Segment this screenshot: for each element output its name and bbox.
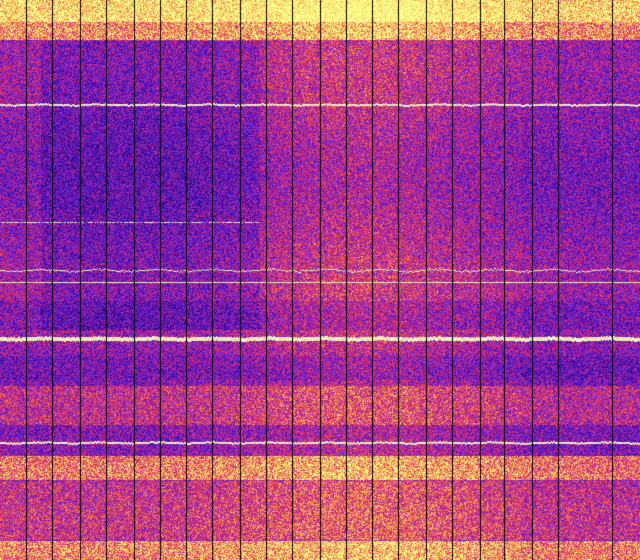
spectrogram-view	[0, 0, 640, 560]
spectrogram-canvas	[0, 0, 640, 560]
